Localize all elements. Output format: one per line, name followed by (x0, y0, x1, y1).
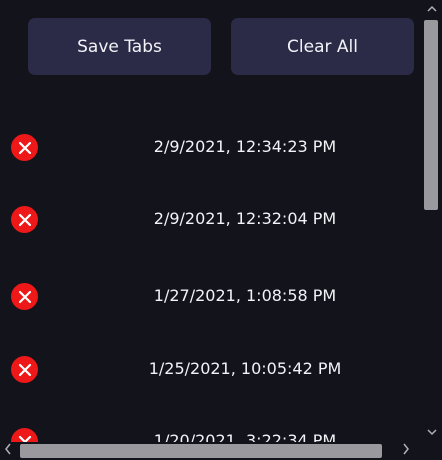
delete-session-icon[interactable] (11, 428, 38, 442)
delete-session-icon[interactable] (11, 356, 38, 383)
session-timestamp[interactable]: 1/27/2021, 1:08:58 PM (110, 276, 380, 316)
vertical-scrollbar[interactable] (424, 0, 442, 442)
session-row[interactable]: 1/27/2021, 1:08:58 PM (0, 276, 424, 316)
horizontal-scrollbar[interactable] (0, 442, 442, 460)
saved-sessions-list: 2/9/2021, 12:34:23 PM 2/9/2021, 12:32:04… (0, 90, 424, 442)
chevron-right-icon[interactable] (403, 443, 410, 458)
session-timestamp[interactable]: 2/9/2021, 12:32:04 PM (110, 199, 380, 239)
chevron-up-icon[interactable] (427, 4, 437, 15)
session-row[interactable]: 1/20/2021, 3:22:34 PM (0, 421, 424, 442)
delete-session-icon[interactable] (11, 134, 38, 161)
delete-session-icon[interactable] (11, 283, 38, 310)
session-timestamp[interactable]: 1/20/2021, 3:22:34 PM (110, 421, 380, 442)
clear-all-button[interactable]: Clear All (231, 18, 414, 75)
vertical-scrollbar-thumb[interactable] (424, 20, 438, 210)
session-timestamp[interactable]: 2/9/2021, 12:34:23 PM (110, 127, 380, 167)
delete-session-icon[interactable] (11, 206, 38, 233)
tab-saver-popup: Save Tabs Clear All 2/9/2021, 12:34:23 P… (0, 0, 442, 460)
save-tabs-button[interactable]: Save Tabs (28, 18, 211, 75)
horizontal-scrollbar-thumb[interactable] (20, 444, 382, 458)
session-timestamp[interactable]: 1/25/2021, 10:05:42 PM (110, 349, 380, 389)
chevron-down-icon[interactable] (427, 428, 437, 439)
session-row[interactable]: 2/9/2021, 12:34:23 PM (0, 127, 424, 167)
session-row[interactable]: 2/9/2021, 12:32:04 PM (0, 199, 424, 239)
chevron-left-icon[interactable] (4, 443, 11, 458)
session-row[interactable]: 1/25/2021, 10:05:42 PM (0, 349, 424, 389)
